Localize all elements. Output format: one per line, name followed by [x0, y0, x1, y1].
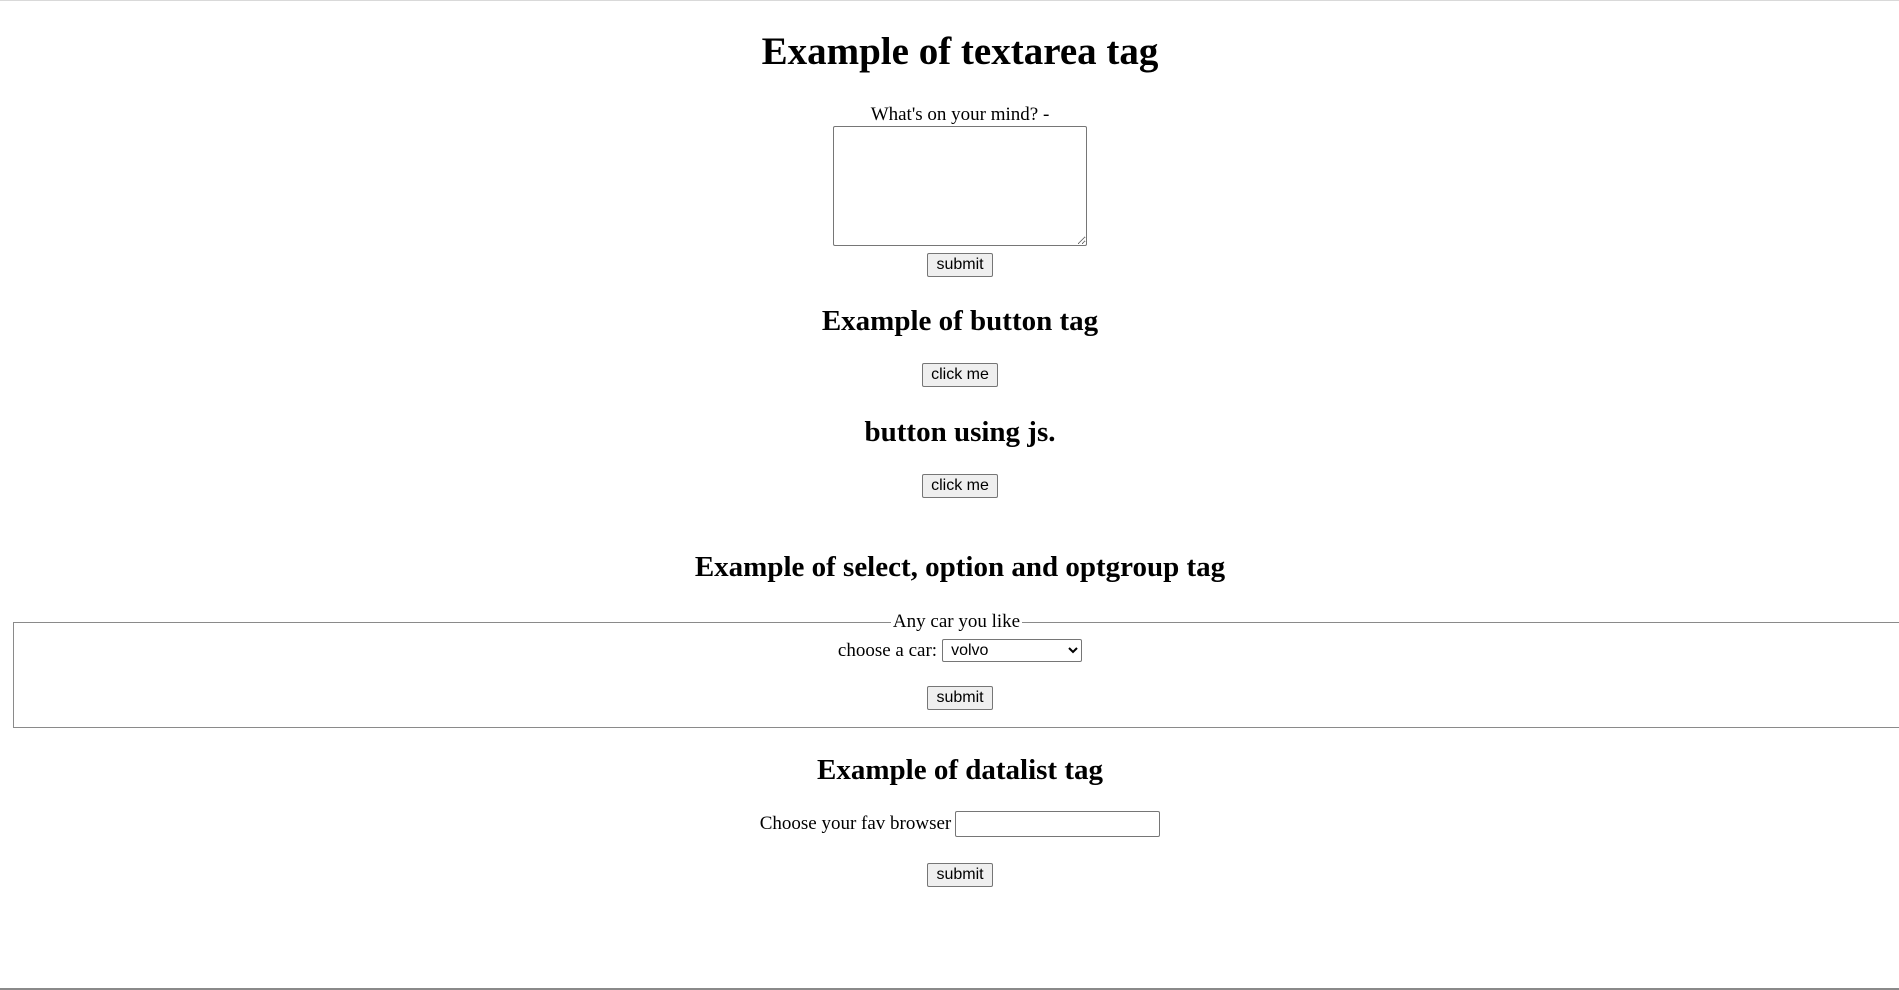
textarea-label: What's on your mind? - [870, 104, 1050, 125]
textarea-submit-button[interactable]: submit [927, 253, 993, 277]
browser-input-label: Choose your fav browser [759, 813, 952, 834]
browser-input-row: Choose your fav browser [0, 811, 1899, 837]
textarea-submit-row: submit [0, 253, 1899, 277]
car-fieldset-legend: Any car you like [892, 611, 1021, 632]
textarea-section-title: Example of textarea tag [761, 30, 1159, 73]
click-me-row: click me [0, 363, 1899, 387]
car-submit-button[interactable]: submit [927, 686, 993, 710]
car-fieldset: Any car you like [13, 611, 1899, 728]
select-section-title: Example of select, option and optgroup t… [694, 551, 1226, 583]
car-select-label: choose a car: [837, 639, 938, 661]
js-click-me-button[interactable]: click me [922, 474, 998, 498]
browser-submit-row: submit [0, 863, 1899, 887]
js-button-section-title: button using js. [864, 416, 1056, 448]
car-select-row: choose a car: volvo [0, 639, 1899, 662]
datalist-section-title: Example of datalist tag [817, 754, 1103, 786]
car-submit-row: submit [0, 686, 1899, 710]
browser-input[interactable] [955, 811, 1161, 837]
page: Example of textarea tag What's on your m… [0, 0, 1899, 990]
mind-textarea[interactable] [833, 126, 1087, 246]
js-click-me-row: click me [0, 474, 1899, 498]
browser-submit-button[interactable]: submit [927, 863, 993, 887]
click-me-button[interactable]: click me [922, 363, 998, 387]
car-select[interactable]: volvo [942, 639, 1083, 662]
button-section-title: Example of button tag [821, 305, 1099, 337]
